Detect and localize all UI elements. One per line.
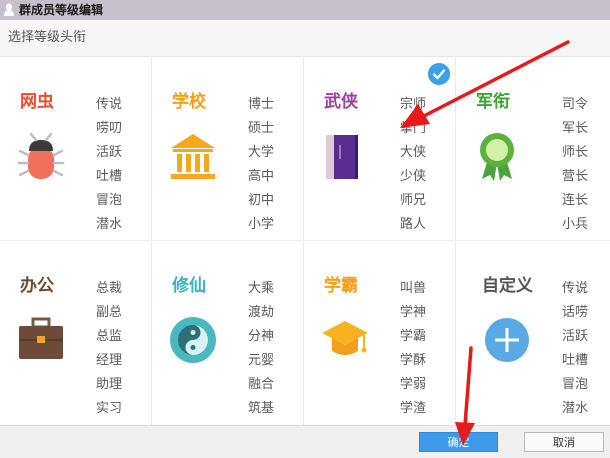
level-item: 司令 [562, 97, 589, 112]
level-item: 副总 [96, 305, 123, 320]
level-item: 传说 [562, 281, 589, 296]
card-xueba[interactable]: 学霸 叫兽 学神 学霸 学酥 学弱 学渣 [304, 241, 456, 425]
window-title: 群成员等级编辑 [19, 3, 104, 17]
level-item: 初中 [248, 193, 275, 208]
level-item: 学霸 [400, 329, 427, 344]
card-title: 办公 [20, 276, 54, 296]
level-list: 博士 硕士 大学 高中 初中 小学 [248, 93, 274, 237]
section-header-text: 选择等级头衔 [8, 30, 87, 45]
level-item: 活跃 [562, 329, 589, 344]
level-list: 总裁 副总 总监 经理 助理 实习 [96, 277, 122, 421]
school-building-icon [171, 134, 215, 179]
dialog-footer: 确定 取消 [0, 425, 610, 458]
level-item: 小学 [248, 217, 275, 232]
level-item: 师兄 [400, 193, 427, 208]
level-item: 话唠 [562, 305, 589, 320]
confirm-button[interactable]: 确定 [419, 432, 498, 452]
level-item: 连长 [562, 193, 589, 208]
card-title: 自定义 [482, 276, 533, 296]
level-item: 潜水 [96, 217, 123, 232]
level-list: 叫兽 学神 学霸 学酥 学弱 学渣 [400, 277, 426, 421]
cancel-button[interactable]: 取消 [524, 432, 604, 452]
section-header: 选择等级头衔 [0, 20, 610, 57]
card-xuexiao[interactable]: 学校 博士 硕士 大学 高中 初中 小学 [152, 57, 304, 241]
level-item: 营长 [562, 169, 589, 184]
card-title: 学霸 [324, 276, 358, 296]
level-item: 冒泡 [562, 377, 589, 392]
level-item: 元婴 [248, 353, 275, 368]
level-item: 融合 [248, 377, 275, 392]
graduation-cap-icon [321, 320, 369, 356]
level-item: 活跃 [96, 145, 123, 160]
level-item: 学渣 [400, 401, 427, 416]
level-item: 传说 [96, 97, 123, 112]
window-titlebar: 群成员等级编辑 [0, 0, 610, 20]
level-item: 高中 [248, 169, 275, 184]
card-bangong[interactable]: 办公 总裁 副总 总监 经理 助理 实习 [0, 241, 152, 425]
level-item: 叫兽 [400, 281, 427, 296]
level-item: 经理 [96, 353, 123, 368]
level-item: 学神 [400, 305, 427, 320]
level-item: 冒泡 [96, 193, 123, 208]
card-wangchong[interactable]: 网虫 传说 唠叨 活跃 吐槽 冒泡 潜水 [0, 57, 152, 241]
level-list: 大乘 渡劫 分神 元婴 融合 筑基 [248, 277, 274, 421]
level-item: 分神 [248, 329, 275, 344]
level-item: 筑基 [248, 401, 275, 416]
level-item: 总监 [96, 329, 123, 344]
card-title: 武侠 [324, 92, 358, 112]
level-item: 路人 [400, 217, 427, 232]
card-junxian[interactable]: 军衔 司令 军长 师长 营长 连长 小兵 [456, 57, 610, 241]
level-item: 实习 [96, 401, 123, 416]
level-list: 传说 话唠 活跃 吐槽 冒泡 潜水 [562, 277, 588, 421]
level-item: 总裁 [96, 281, 123, 296]
level-item: 唠叨 [96, 121, 123, 136]
level-item: 潜水 [562, 401, 589, 416]
level-item: 师长 [562, 145, 589, 160]
card-zidingyi[interactable]: 自定义 传说 话唠 活跃 吐槽 冒泡 潜水 [456, 241, 610, 425]
bug-icon [17, 132, 65, 181]
level-item: 学酥 [400, 353, 427, 368]
card-title: 网虫 [20, 92, 54, 112]
level-item: 大侠 [400, 145, 427, 160]
selected-check-icon [428, 63, 450, 85]
level-item: 吐槽 [96, 169, 123, 184]
level-list: 司令 军长 师长 营长 连长 小兵 [562, 93, 588, 237]
card-title: 修仙 [172, 276, 206, 296]
level-item: 大乘 [248, 281, 275, 296]
medal-icon [480, 133, 514, 181]
level-item: 助理 [96, 377, 123, 392]
level-list: 宗师 掌门 大侠 少侠 师兄 路人 [400, 93, 426, 237]
level-item: 硕士 [248, 121, 275, 136]
card-xiuxian[interactable]: 修仙 大乘 渡劫 分神 元婴 融合 筑基 [152, 241, 304, 425]
level-item: 小兵 [562, 217, 589, 232]
title-style-grid: 网虫 传说 唠叨 活跃 吐槽 冒泡 潜水 学校 博士 硕士 大学 高中 初中 小… [0, 57, 610, 425]
level-item: 掌门 [400, 121, 427, 136]
level-item: 大学 [248, 145, 275, 160]
app-icon [4, 3, 14, 16]
book-icon [326, 135, 358, 179]
level-item: 军长 [562, 121, 589, 136]
level-item: 博士 [248, 97, 275, 112]
level-list: 传说 唠叨 活跃 吐槽 冒泡 潜水 [96, 93, 122, 237]
plus-circle-icon [485, 318, 529, 362]
briefcase-icon [17, 317, 65, 361]
card-title: 军衔 [476, 92, 510, 112]
level-item: 宗师 [400, 97, 427, 112]
card-wuxia[interactable]: 武侠 宗师 掌门 大侠 少侠 师兄 路人 [304, 57, 456, 241]
yin-yang-icon [170, 317, 216, 363]
level-item: 吐槽 [562, 353, 589, 368]
card-title: 学校 [172, 92, 206, 112]
level-item: 渡劫 [248, 305, 275, 320]
level-item: 少侠 [400, 169, 427, 184]
level-item: 学弱 [400, 377, 427, 392]
